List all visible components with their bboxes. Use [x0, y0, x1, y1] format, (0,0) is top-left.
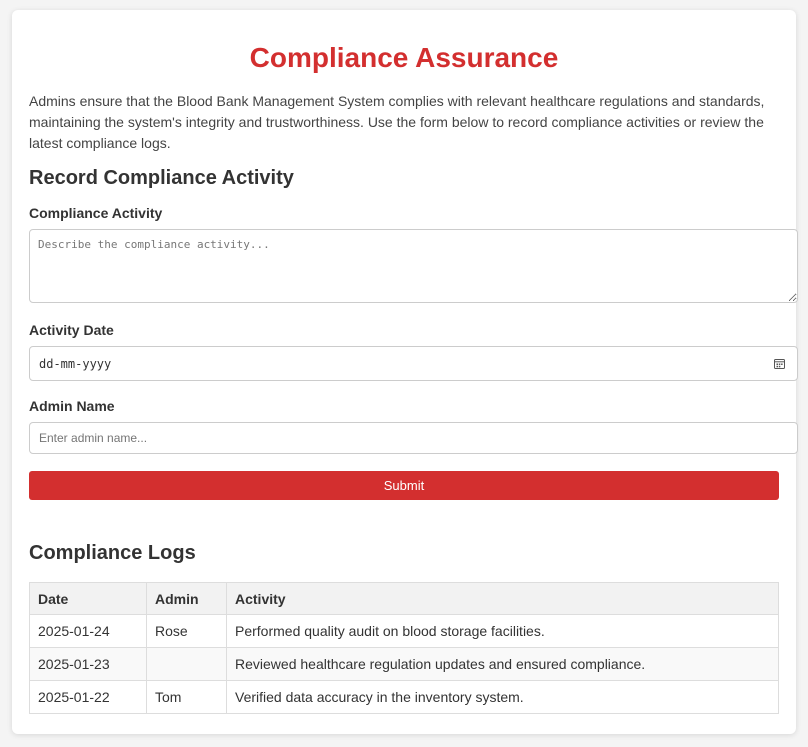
- cell-date: 2025-01-23: [29, 647, 147, 681]
- cell-admin: Rose: [146, 614, 227, 648]
- activity-textarea[interactable]: [29, 229, 798, 303]
- cell-activity: Verified data accuracy in the inventory …: [226, 680, 779, 714]
- table-row: 2025-01-24 Rose Performed quality audit …: [29, 614, 779, 648]
- table-row: 2025-01-22 Tom Verified data accuracy in…: [29, 680, 779, 714]
- form-title: Record Compliance Activity: [29, 167, 294, 189]
- table-row: 2025-01-23 Reviewed healthcare regulatio…: [29, 647, 779, 681]
- date-placeholder: dd-mm-yyyy: [39, 357, 112, 371]
- submit-button[interactable]: Submit: [29, 471, 779, 500]
- compliance-logs-table: Date Admin Activity 2025-01-24 Rose Perf…: [29, 582, 779, 714]
- page-title: Compliance Assurance: [249, 42, 559, 73]
- cell-activity: Performed quality audit on blood storage…: [226, 614, 779, 648]
- calendar-icon[interactable]: [774, 358, 785, 369]
- cell-admin: Tom: [146, 680, 227, 714]
- date-label: Activity Date: [29, 322, 114, 338]
- cell-admin: [146, 647, 227, 681]
- admin-label: Admin Name: [29, 398, 115, 414]
- activity-label: Compliance Activity: [29, 205, 163, 221]
- cell-date: 2025-01-24: [29, 614, 147, 648]
- table-header-row: Date Admin Activity: [29, 582, 779, 615]
- cell-date: 2025-01-22: [29, 680, 147, 714]
- header-admin: Admin: [146, 582, 227, 615]
- logs-title: Compliance Logs: [29, 542, 196, 564]
- cell-activity: Reviewed healthcare regulation updates a…: [226, 647, 779, 681]
- page-intro: Admins ensure that the Blood Bank Manage…: [29, 93, 765, 151]
- header-date: Date: [29, 582, 147, 615]
- compliance-card: Compliance Assurance Admins ensure that …: [12, 10, 798, 734]
- admin-name-input[interactable]: [29, 422, 798, 454]
- activity-date-input[interactable]: dd-mm-yyyy: [29, 346, 798, 381]
- header-activity: Activity: [226, 582, 779, 615]
